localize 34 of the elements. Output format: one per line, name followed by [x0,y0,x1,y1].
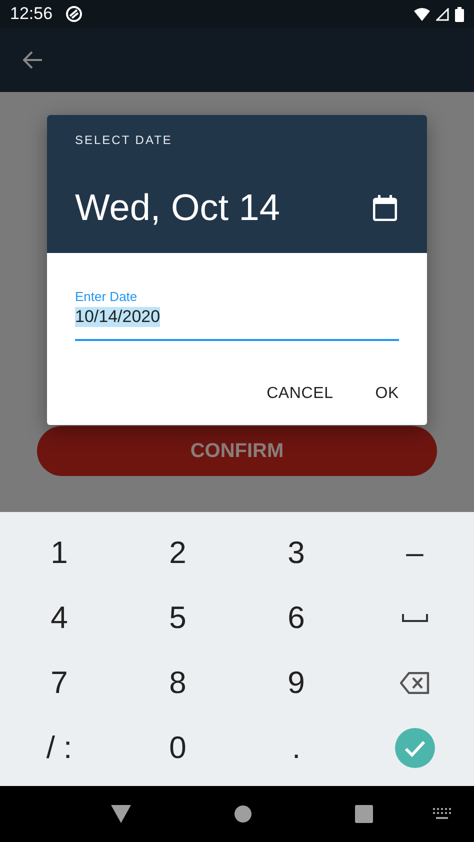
field-value: 10/14/2020 [75,307,160,327]
selected-date: Wed, Oct 14 [75,187,280,229]
dialog-action-button[interactable]: OK [361,381,413,407]
wifi-icon [414,8,430,20]
backspace-icon[interactable] [400,672,430,694]
keyboard-key[interactable]: / : [46,730,72,766]
sync-icon [64,5,83,23]
keyboard-key[interactable]: – [406,534,424,570]
keyboard-key[interactable]: 9 [288,664,305,700]
keyboard-icon[interactable] [433,808,451,820]
space-key-icon[interactable] [402,612,428,622]
keyboard-key[interactable]: 1 [50,534,68,570]
keyboard-key[interactable]: 4 [50,600,68,636]
calendar-icon[interactable] [373,195,397,221]
date-input-field[interactable]: Enter Date 10/14/2020 [75,289,399,341]
dialog-title: SELECT DATE [75,133,174,147]
recents-icon[interactable] [354,805,373,823]
keyboard-key[interactable]: 3 [288,534,305,570]
back-icon[interactable] [111,805,132,823]
back-arrow-icon[interactable] [23,51,43,69]
field-label: Enter Date [75,289,138,304]
status-time: 12:56 [10,4,53,24]
signal-icon [436,8,449,20]
dialog-action-button[interactable]: CANCEL [252,381,348,407]
checkmark-icon[interactable] [394,728,435,768]
keyboard-key[interactable]: 7 [50,664,68,700]
keyboard-key[interactable]: 5 [169,600,186,636]
keyboard-key[interactable]: 0 [169,730,186,766]
keyboard-key[interactable]: 6 [288,600,305,636]
keyboard-key[interactable]: 8 [169,664,186,700]
battery-icon [455,6,464,22]
home-icon[interactable] [234,805,252,823]
keyboard-key[interactable]: 2 [169,534,186,570]
keyboard-key[interactable]: . [292,730,301,766]
